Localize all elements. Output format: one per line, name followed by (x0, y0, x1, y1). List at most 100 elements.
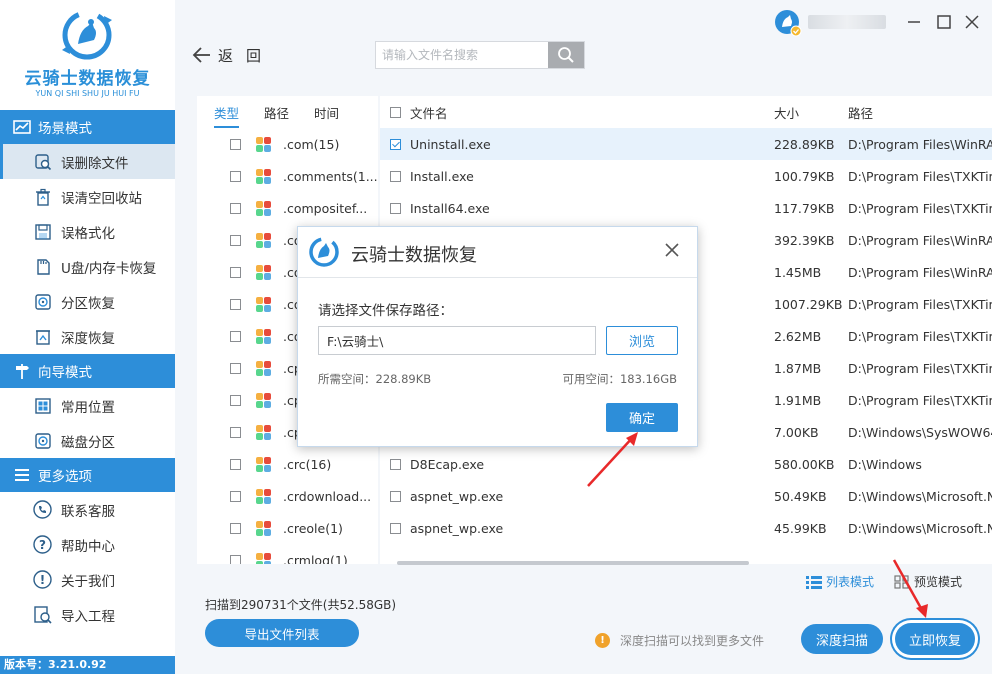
type-checkbox[interactable] (230, 362, 241, 374)
list-mode-toggle[interactable]: 列表模式 (806, 573, 874, 590)
type-row[interactable]: .crc(16) (197, 448, 378, 480)
user-avatar-icon[interactable] (774, 9, 802, 37)
deep-scan-button[interactable]: 深度扫描 (801, 624, 883, 654)
row-checkbox[interactable] (390, 170, 401, 182)
row-checkbox[interactable] (390, 490, 401, 502)
table-row[interactable]: Install64.exe 117.79KB D:\Program Files\TX… (380, 192, 992, 224)
column-header-size[interactable]: 大小 (774, 103, 848, 122)
file-type-icon (256, 168, 271, 184)
tab-path[interactable]: 路径 (264, 103, 289, 128)
table-row[interactable]: D8Ecap.exe 580.00KB D:\Windows (380, 448, 992, 480)
type-label: .crc(16) (283, 456, 332, 472)
table-row[interactable]: Uninstall.exe 228.89KB D:\Program Files\Wi… (380, 128, 992, 160)
type-label: .crmlog(1) (283, 552, 348, 565)
sidebar-item-format[interactable]: 误格式化 (0, 214, 175, 249)
type-checkbox[interactable] (230, 554, 241, 564)
list-view-icon (806, 575, 822, 589)
menu-icon (12, 466, 32, 484)
type-row[interactable]: .comments(1... (197, 160, 378, 192)
file-name-cell: D8Ecap.exe (410, 456, 485, 472)
minimize-button[interactable] (902, 10, 926, 34)
row-checkbox[interactable] (390, 138, 401, 150)
horizontal-scrollbar[interactable] (397, 561, 749, 565)
close-button[interactable] (960, 10, 984, 34)
type-row[interactable]: .compositef... (197, 192, 378, 224)
type-checkbox[interactable] (230, 490, 241, 502)
type-label: .crdownload... (283, 488, 372, 504)
section-more-options: 更多选项 (0, 458, 175, 492)
file-path-cell: D:\Program Files\TXKTime (848, 200, 992, 216)
search-button[interactable] (548, 42, 584, 68)
dialog-divider (298, 277, 697, 278)
table-row[interactable]: aspnet_wp.exe 45.99KB D:\Windows\Microsoft… (380, 512, 992, 544)
file-path-cell: D:\Program Files\TXKTime (848, 296, 992, 312)
type-row[interactable]: .creole(1) (197, 512, 378, 544)
monitor-chart-icon (12, 118, 32, 136)
floppy-icon (33, 222, 52, 241)
save-path-input[interactable] (318, 326, 596, 355)
dialog-close-button[interactable] (663, 241, 681, 259)
sidebar-item-import-project[interactable]: 导入工程 (0, 597, 175, 632)
export-file-list-button[interactable]: 导出文件列表 (205, 619, 359, 647)
row-checkbox[interactable] (390, 458, 401, 470)
type-row[interactable]: .crdownload... (197, 480, 378, 512)
sidebar-item-help-center[interactable]: ? 帮助中心 (0, 527, 175, 562)
type-checkbox[interactable] (230, 394, 241, 406)
tab-type[interactable]: 类型 (214, 103, 240, 128)
sidebar-item-label: 导入工程 (61, 608, 115, 625)
type-checkbox[interactable] (230, 170, 241, 182)
type-checkbox[interactable] (230, 458, 241, 470)
column-header-path[interactable]: 路径 (848, 103, 992, 122)
knight-logo-icon (309, 237, 339, 267)
sidebar-item-contact-support[interactable]: 联系客服 (0, 492, 175, 527)
sidebar-item-common-locations[interactable]: 常用位置 (0, 388, 175, 423)
type-row[interactable]: .com(15) (197, 128, 378, 160)
row-checkbox[interactable] (390, 202, 401, 214)
type-checkbox[interactable] (230, 298, 241, 310)
recover-now-button[interactable]: 立即恢复 (895, 623, 975, 655)
close-icon (965, 15, 979, 29)
browse-button[interactable]: 浏览 (606, 326, 678, 355)
type-label: .compositef... (283, 200, 368, 216)
sidebar-item-recycle-bin[interactable]: 误清空回收站 (0, 179, 175, 214)
column-header-name[interactable]: 文件名 (410, 103, 774, 122)
sidebar-item-partition[interactable]: 分区恢复 (0, 284, 175, 319)
type-tabs: 类型 路径 时间 (197, 96, 378, 128)
file-type-icon (256, 488, 271, 504)
file-path-cell: D:\Program Files\WinRAR (848, 264, 992, 280)
section-title: 场景模式 (38, 121, 92, 137)
sidebar-item-label: 联系客服 (61, 503, 115, 520)
select-all-checkbox[interactable] (390, 106, 401, 118)
confirm-button[interactable]: 确定 (606, 403, 678, 432)
sidebar-item-deleted-files[interactable]: 误删除文件 (0, 144, 175, 179)
table-row[interactable]: Install.exe 100.79KB D:\Program Files\TXKT… (380, 160, 992, 192)
file-size-cell: 392.39KB (774, 232, 835, 248)
type-checkbox[interactable] (230, 138, 241, 150)
type-checkbox[interactable] (230, 202, 241, 214)
search-file-icon (33, 152, 52, 171)
file-path-cell: D:\Program Files\TXKTime (848, 168, 992, 184)
type-checkbox[interactable] (230, 330, 241, 342)
svg-text:?: ? (39, 538, 46, 552)
file-type-icon (256, 424, 271, 440)
type-checkbox[interactable] (230, 234, 241, 246)
sidebar-item-disk-partition[interactable]: 磁盘分区 (0, 423, 175, 458)
preview-mode-toggle[interactable]: 预览模式 (894, 573, 962, 590)
sidebar-item-usb-sd[interactable]: U盘/内存卡恢复 (0, 249, 175, 284)
tab-time[interactable]: 时间 (314, 103, 339, 128)
search-input[interactable] (376, 42, 548, 68)
type-checkbox[interactable] (230, 426, 241, 438)
sidebar-item-about-us[interactable]: ! 关于我们 (0, 562, 175, 597)
sidebar-item-label: 误删除文件 (61, 155, 129, 172)
dialog-prompt: 请选择文件保存路径： (318, 303, 453, 319)
sidebar-item-deep-recover[interactable]: 深度恢复 (0, 319, 175, 354)
scan-summary: 扫描到290731个文件(共52.58GB) (205, 598, 397, 612)
type-row[interactable]: .crmlog(1) (197, 544, 378, 564)
type-checkbox[interactable] (230, 522, 241, 534)
back-button[interactable]: 返回 (192, 43, 274, 67)
maximize-button[interactable] (932, 10, 956, 34)
table-row[interactable]: aspnet_wp.exe 50.49KB D:\Windows\Microsoft… (380, 480, 992, 512)
row-checkbox[interactable] (390, 522, 401, 534)
file-type-icon (256, 520, 271, 536)
type-checkbox[interactable] (230, 266, 241, 278)
